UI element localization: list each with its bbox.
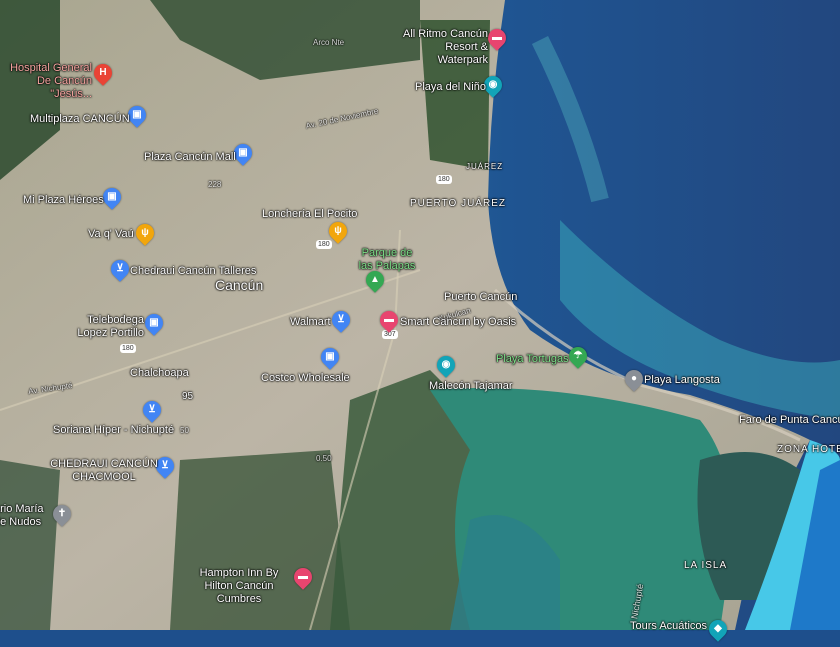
area-label: JUÁREZ — [466, 162, 504, 171]
beach-icon[interactable]: ☂ — [565, 343, 591, 369]
highway-shield-180: 180 — [120, 344, 136, 353]
church-icon[interactable]: ✝ — [49, 501, 75, 527]
city-label[interactable]: Cancún — [215, 278, 263, 292]
shopping-bag-icon[interactable]: ▣ — [141, 310, 167, 336]
road-label: Arco Nte — [313, 38, 345, 47]
restaurant-icon[interactable]: ψ — [132, 220, 158, 246]
road-label: 50 — [180, 426, 189, 435]
attraction-icon[interactable]: ◆ — [705, 616, 731, 642]
road-label: 228 — [208, 180, 222, 189]
road-label: 0.50 — [316, 454, 332, 463]
area-label: ZONA HOTE — [777, 444, 840, 455]
area-label: Faro de Punta Cancún — [739, 414, 840, 426]
shopping-cart-icon[interactable]: ⊻ — [328, 307, 354, 333]
hotel-icon[interactable]: ▬ — [484, 25, 510, 51]
hotel-icon[interactable]: ▬ — [376, 307, 402, 333]
highway-shield-180: 180 — [316, 240, 332, 249]
place-icon[interactable]: ● — [621, 366, 647, 392]
road-label: 95 — [182, 391, 194, 402]
area-label: LA ISLA — [684, 560, 728, 571]
area-label: Puerto Cancún — [444, 291, 518, 303]
hospital-icon[interactable]: H — [90, 60, 116, 86]
shopping-cart-icon[interactable]: ⊻ — [107, 256, 133, 282]
shopping-cart-icon[interactable]: ⊻ — [139, 397, 165, 423]
shopping-bag-icon[interactable]: ▣ — [317, 344, 343, 370]
restaurant-icon[interactable]: ψ — [325, 218, 351, 244]
area-label: Chalchoapa — [130, 367, 189, 379]
highway-shield-180: 180 — [436, 175, 452, 184]
camera-icon[interactable]: ◉ — [433, 352, 459, 378]
hotel-icon[interactable]: ▬ — [290, 564, 316, 590]
area-label: PUERTO JUÁREZ — [410, 198, 506, 209]
